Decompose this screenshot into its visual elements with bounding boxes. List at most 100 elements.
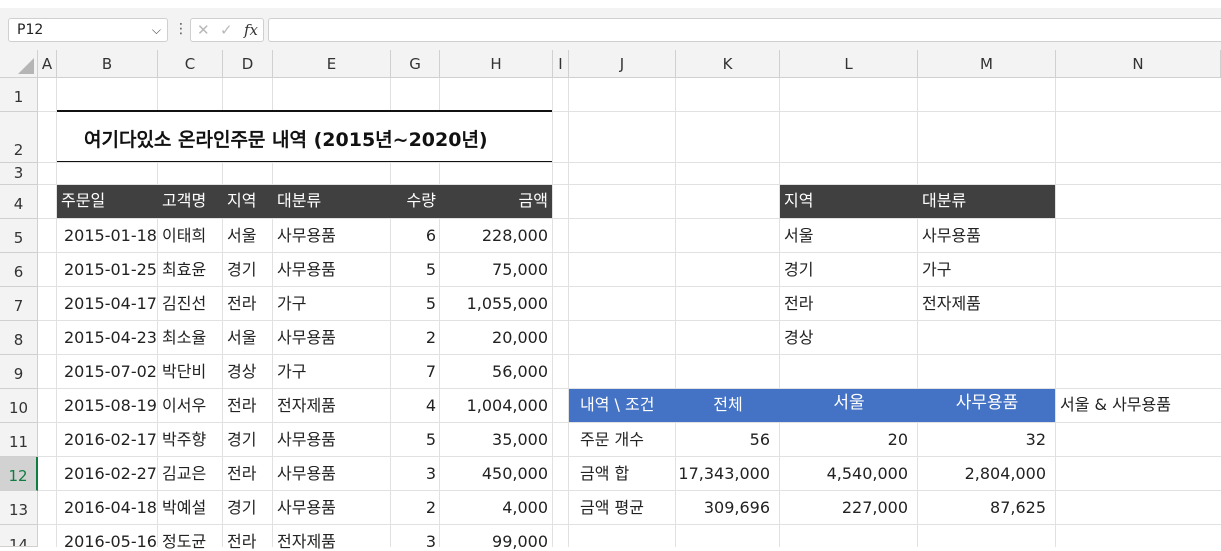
summary-row-label[interactable]: 금액 평균	[580, 500, 644, 516]
column-header-b[interactable]: B	[57, 50, 158, 78]
order-customer[interactable]: 이태희	[162, 228, 206, 244]
order-date[interactable]: 2015-04-17	[64, 296, 157, 312]
row-header-5[interactable]: 5	[0, 219, 38, 253]
order-amount[interactable]: 99,000	[440, 534, 548, 550]
order-category[interactable]: 전자제품	[277, 398, 336, 414]
row-header-3[interactable]: 3	[0, 163, 38, 185]
order-amount[interactable]: 35,000	[440, 432, 548, 448]
order-region[interactable]: 경기	[227, 262, 256, 278]
fx-icon[interactable]: fx	[244, 21, 258, 39]
order-qty[interactable]: 2	[391, 330, 436, 346]
order-region[interactable]: 전라	[227, 398, 256, 414]
orders-header-qty[interactable]: 수량	[391, 193, 436, 209]
order-category[interactable]: 전자제품	[277, 534, 336, 550]
summary-header-label[interactable]: 내역 \ 조건	[580, 397, 654, 413]
column-header-g[interactable]: G	[391, 50, 440, 78]
category-list-item[interactable]: 가구	[922, 262, 951, 278]
column-header-h[interactable]: H	[440, 50, 553, 78]
order-category[interactable]: 사무용품	[277, 500, 336, 516]
region-list-item[interactable]: 경기	[784, 262, 813, 278]
order-date[interactable]: 2016-04-18	[64, 500, 157, 516]
summary-value[interactable]: 2,804,000	[918, 466, 1046, 482]
name-box[interactable]: P12 ⌵	[8, 18, 168, 42]
order-region[interactable]: 전라	[227, 466, 256, 482]
orders-header-region[interactable]: 지역	[227, 193, 256, 209]
order-customer[interactable]: 최소율	[162, 330, 206, 346]
column-header-k[interactable]: K	[676, 50, 780, 78]
order-amount[interactable]: 75,000	[440, 262, 548, 278]
summary-header-all[interactable]: 전체	[676, 397, 780, 413]
order-category[interactable]: 가구	[277, 364, 306, 380]
order-amount[interactable]: 450,000	[440, 466, 548, 482]
enter-icon[interactable]: ✓	[220, 21, 233, 39]
summary-value[interactable]: 309,696	[676, 500, 770, 516]
order-customer[interactable]: 김진선	[162, 296, 206, 312]
summary-header-office[interactable]: 사무용품	[918, 395, 1056, 412]
summary-row-label[interactable]: 주문 개수	[580, 432, 644, 448]
order-qty[interactable]: 3	[391, 534, 436, 550]
order-amount[interactable]: 1,004,000	[440, 398, 548, 414]
order-date[interactable]: 2015-07-02	[64, 364, 157, 380]
list-header-category[interactable]: 대분류	[922, 193, 966, 209]
region-list-item[interactable]: 서울	[784, 228, 813, 244]
summary-row-label[interactable]: 금액 합	[580, 466, 629, 482]
row-header-9[interactable]: 9	[0, 355, 38, 389]
order-amount[interactable]: 4,000	[440, 500, 548, 516]
order-category[interactable]: 사무용품	[277, 466, 336, 482]
column-header-m[interactable]: M	[918, 50, 1056, 78]
order-amount[interactable]: 228,000	[440, 228, 548, 244]
order-category[interactable]: 가구	[277, 296, 306, 312]
row-header-13[interactable]: 13	[0, 491, 38, 525]
row-header-6[interactable]: 6	[0, 253, 38, 287]
order-customer[interactable]: 박단비	[162, 364, 206, 380]
order-qty[interactable]: 2	[391, 500, 436, 516]
category-list-item[interactable]: 전자제품	[922, 296, 981, 312]
order-date[interactable]: 2016-05-16	[64, 534, 157, 550]
row-header-7[interactable]: 7	[0, 287, 38, 321]
order-region[interactable]: 전라	[227, 534, 256, 550]
order-date[interactable]: 2016-02-27	[64, 466, 157, 482]
order-qty[interactable]: 4	[391, 398, 436, 414]
order-category[interactable]: 사무용품	[277, 228, 336, 244]
order-category[interactable]: 사무용품	[277, 330, 336, 346]
summary-value[interactable]: 17,343,000	[676, 466, 770, 482]
row-header-4[interactable]: 4	[0, 185, 38, 219]
summary-value[interactable]: 56	[676, 432, 770, 448]
order-customer[interactable]: 이서우	[162, 398, 206, 414]
order-region[interactable]: 서울	[227, 228, 256, 244]
orders-header-customer[interactable]: 고객명	[162, 193, 206, 209]
order-customer[interactable]: 정도균	[162, 534, 206, 550]
summary-value[interactable]: 20	[780, 432, 908, 448]
order-region[interactable]: 경기	[227, 432, 256, 448]
order-date[interactable]: 2015-04-23	[64, 330, 157, 346]
row-header-14[interactable]: 14	[0, 525, 38, 547]
summary-header-seoul[interactable]: 서울	[780, 395, 918, 412]
column-header-n[interactable]: N	[1056, 50, 1221, 78]
order-qty[interactable]: 7	[391, 364, 436, 380]
summary-value[interactable]: 32	[918, 432, 1046, 448]
column-header-c[interactable]: C	[158, 50, 223, 78]
row-header-10[interactable]: 10	[0, 389, 38, 423]
order-customer[interactable]: 박주향	[162, 432, 206, 448]
order-customer[interactable]: 김교은	[162, 466, 206, 482]
order-amount[interactable]: 56,000	[440, 364, 548, 380]
order-region[interactable]: 경기	[227, 500, 256, 516]
select-all-corner[interactable]	[0, 50, 38, 78]
order-region[interactable]: 서울	[227, 330, 256, 346]
orders-header-category[interactable]: 대분류	[277, 193, 321, 209]
formula-input[interactable]	[268, 18, 1221, 42]
order-region[interactable]: 경상	[227, 364, 256, 380]
summary-value[interactable]: 4,540,000	[780, 466, 908, 482]
order-date[interactable]: 2015-08-19	[64, 398, 157, 414]
summary-header-seoul-office[interactable]: 서울 & 사무용품	[1060, 397, 1171, 413]
order-amount[interactable]: 20,000	[440, 330, 548, 346]
order-region[interactable]: 전라	[227, 296, 256, 312]
summary-value[interactable]: 227,000	[780, 500, 908, 516]
order-qty[interactable]: 5	[391, 296, 436, 312]
region-list-item[interactable]: 경상	[784, 330, 813, 346]
more-options-icon[interactable]: ⋮	[174, 21, 188, 37]
row-header-8[interactable]: 8	[0, 321, 38, 355]
cancel-icon[interactable]: ✕	[197, 21, 210, 39]
order-qty[interactable]: 5	[391, 262, 436, 278]
order-qty[interactable]: 6	[391, 228, 436, 244]
